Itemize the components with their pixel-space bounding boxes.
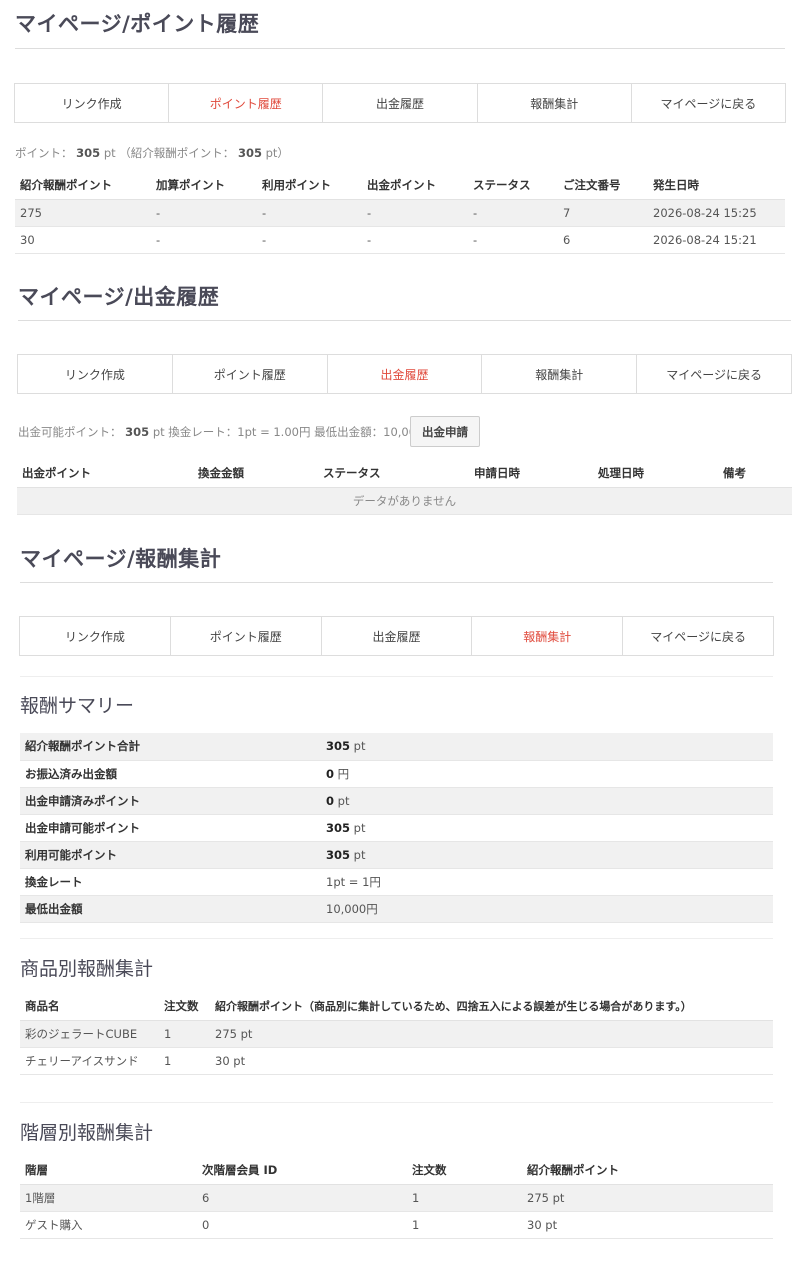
table-row: ゲスト購入 0 1 30 pt (20, 1211, 773, 1239)
points-table: 紹介報酬ポイント 加算ポイント 利用ポイント 出金ポイント ステータス ご注文番… (15, 172, 785, 254)
tab-bar-withdraw: リンク作成 ポイント履歴 出金履歴 報酬集計 マイページに戻る (17, 354, 792, 394)
withdrawable-points-value: 305 (125, 425, 150, 439)
table-row: 1階層 6 1 275 pt (20, 1184, 773, 1212)
table-row: 出金申請可能ポイント 305 pt (20, 814, 773, 842)
page-title-reward: マイページ/報酬集計 (20, 547, 222, 571)
col-header: 処理日時 (593, 460, 718, 488)
col-header: 階層 (20, 1157, 197, 1185)
col-header: 申請日時 (469, 460, 593, 488)
col-header: 注文数 (407, 1157, 522, 1185)
tab-point-history[interactable]: ポイント履歴 (169, 84, 324, 122)
tab-withdraw-history[interactable]: 出金履歴 (327, 355, 483, 393)
divider (20, 582, 773, 583)
col-header: ステータス (468, 172, 558, 200)
ref-points-value: 305 (237, 146, 262, 160)
tab-bar-reward: リンク作成 ポイント履歴 出金履歴 報酬集計 マイページに戻る (19, 616, 774, 656)
divider (15, 48, 785, 49)
table-row: チェリーアイスサンド 1 30 pt (20, 1047, 773, 1075)
col-header: ご注文番号 (558, 172, 648, 200)
table-row: 利用可能ポイント 305 pt (20, 841, 773, 869)
withdraw-request-button[interactable]: 出金申請 (410, 416, 480, 447)
tab-link-create[interactable]: リンク作成 (18, 355, 173, 393)
page-title-withdraw: マイページ/出金履歴 (18, 285, 220, 309)
tab-point-history[interactable]: ポイント履歴 (170, 617, 322, 655)
divider (18, 320, 791, 321)
col-header: 注文数 (159, 993, 210, 1021)
tier-title: 階層別報酬集計 (20, 1122, 154, 1144)
divider (20, 1102, 773, 1103)
points-info: ポイント： 305 pt （紹介報酬ポイント： 305 pt） (15, 146, 289, 160)
tab-reward-summary[interactable]: 報酬集計 (482, 355, 638, 393)
divider (20, 676, 773, 677)
tab-reward-summary[interactable]: 報酬集計 (477, 84, 632, 122)
tier-table: 階層 次階層会員 ID 注文数 紹介報酬ポイント 1階層 6 1 275 pt … (20, 1157, 773, 1239)
table-row: 最低出金額 10,000円 (20, 895, 773, 923)
table-row: データがありません (17, 487, 792, 515)
col-header: 備考 (718, 460, 792, 488)
product-table: 商品名 注文数 紹介報酬ポイント（商品別に集計しているため、四捨五入による誤差が… (20, 993, 773, 1075)
col-header: 次階層会員 ID (197, 1157, 407, 1185)
col-header: ステータス (318, 460, 469, 488)
table-row: 出金申請済みポイント 0 pt (20, 787, 773, 815)
col-header: 紹介報酬ポイント (15, 172, 151, 200)
product-title: 商品別報酬集計 (20, 958, 154, 980)
col-header: 紹介報酬ポイント (522, 1157, 773, 1185)
tab-link-create[interactable]: リンク作成 (20, 617, 171, 655)
table-row: 紹介報酬ポイント合計 305 pt (20, 733, 773, 761)
tab-back-mypage[interactable]: マイページに戻る (623, 617, 773, 655)
page-title-points: マイページ/ポイント履歴 (15, 12, 260, 36)
col-header: 利用ポイント (257, 172, 362, 200)
col-header: 発生日時 (648, 172, 785, 200)
table-row: お振込済み出金額 0 円 (20, 760, 773, 788)
withdraw-info: 出金可能ポイント： 305 pt 換金レート：1pt = 1.00円 最低出金額… (18, 425, 435, 439)
col-header: 出金ポイント (17, 460, 193, 488)
col-header: 出金ポイント (362, 172, 468, 200)
tab-withdraw-history[interactable]: 出金履歴 (323, 84, 478, 122)
tab-link-create[interactable]: リンク作成 (15, 84, 170, 122)
table-row: 換金レート 1pt = 1円 (20, 868, 773, 896)
col-header: 加算ポイント (151, 172, 257, 200)
summary-title: 報酬サマリー (20, 695, 135, 717)
empty-message: データがありません (17, 487, 792, 515)
withdraw-table: 出金ポイント 換金金額 ステータス 申請日時 処理日時 備考 データがありません (17, 460, 792, 515)
divider (20, 938, 773, 939)
tab-withdraw-history[interactable]: 出金履歴 (321, 617, 473, 655)
tab-back-mypage[interactable]: マイページに戻る (631, 84, 786, 122)
col-header: 紹介報酬ポイント（商品別に集計しているため、四捨五入による誤差が生じる場合があり… (210, 993, 773, 1021)
table-row: 275 - - - - 7 2026-08-24 15:25 (15, 199, 785, 227)
table-row: 30 - - - - 6 2026-08-24 15:21 (15, 226, 785, 254)
tab-back-mypage[interactable]: マイページに戻る (637, 355, 791, 393)
col-header: 商品名 (20, 993, 159, 1021)
summary-table: 紹介報酬ポイント合計 305 pt お振込済み出金額 0 円 出金申請済みポイン… (20, 733, 773, 923)
tab-reward-summary[interactable]: 報酬集計 (472, 617, 624, 655)
points-value: 305 (76, 146, 101, 160)
tab-bar-points: リンク作成 ポイント履歴 出金履歴 報酬集計 マイページに戻る (14, 83, 786, 123)
col-header: 換金金額 (193, 460, 318, 488)
table-row: 彩のジェラートCUBE 1 275 pt (20, 1020, 773, 1048)
tab-point-history[interactable]: ポイント履歴 (172, 355, 328, 393)
